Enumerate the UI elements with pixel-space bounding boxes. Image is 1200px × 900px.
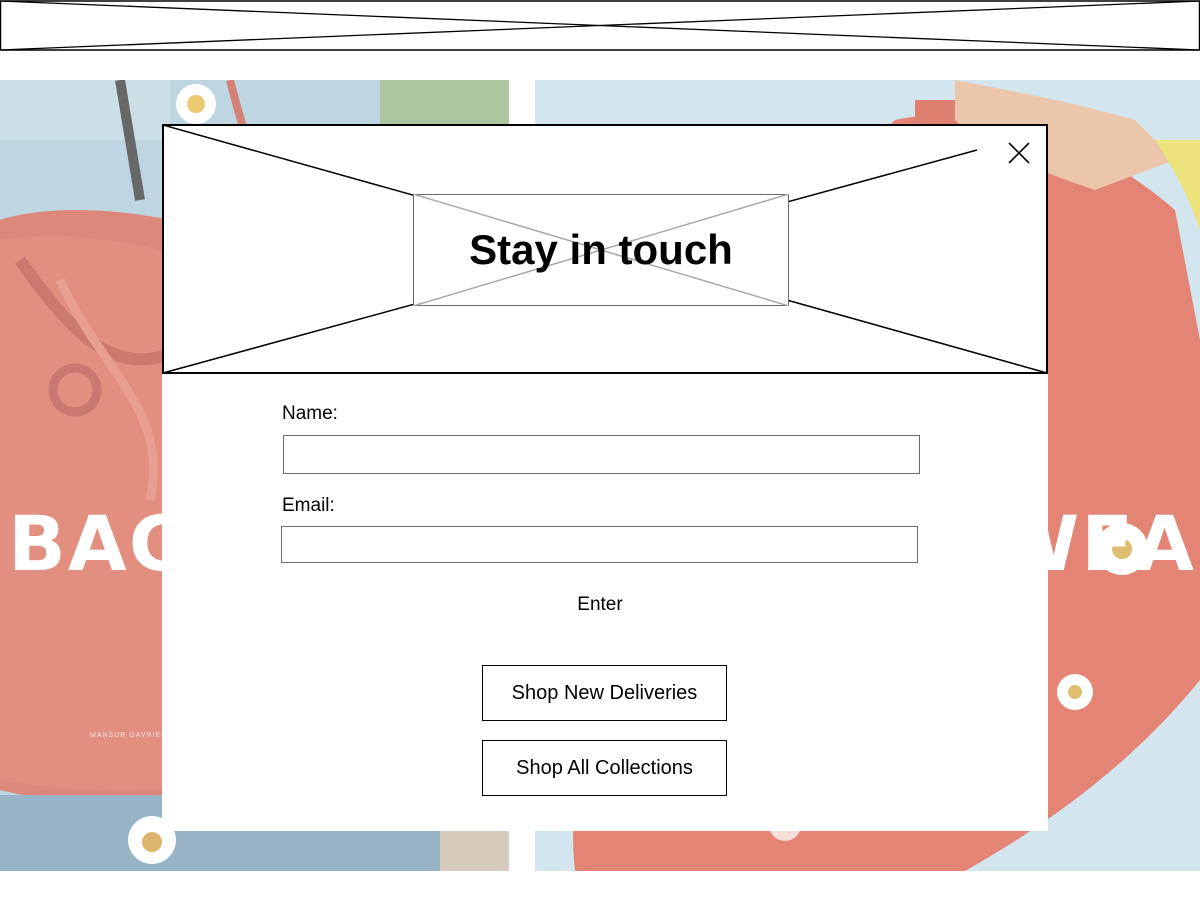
close-button[interactable] xyxy=(1004,138,1034,168)
email-input[interactable] xyxy=(281,526,918,563)
hero-brand-text: MANSUR GAVRIEL xyxy=(90,732,167,739)
enter-button[interactable]: Enter xyxy=(550,590,650,620)
close-icon xyxy=(1008,142,1030,164)
header-image-placeholder xyxy=(0,0,1200,52)
title-placeholder: Stay in touch xyxy=(413,194,789,306)
name-input[interactable] xyxy=(283,435,920,474)
modal-title: Stay in touch xyxy=(469,226,733,273)
shop-new-deliveries-button[interactable]: Shop New Deliveries xyxy=(482,665,727,721)
shop-all-collections-button[interactable]: Shop All Collections xyxy=(482,740,727,796)
name-label: Name: xyxy=(282,403,338,424)
image-placeholder-icon xyxy=(0,0,1200,51)
newsletter-modal: Stay in touch Name: Email: Enter Shop Ne… xyxy=(162,124,1048,831)
page: BAG MANSUR GAVRIEL WEA Stay in touch Nam… xyxy=(0,0,1200,900)
email-label: Email: xyxy=(282,495,335,516)
